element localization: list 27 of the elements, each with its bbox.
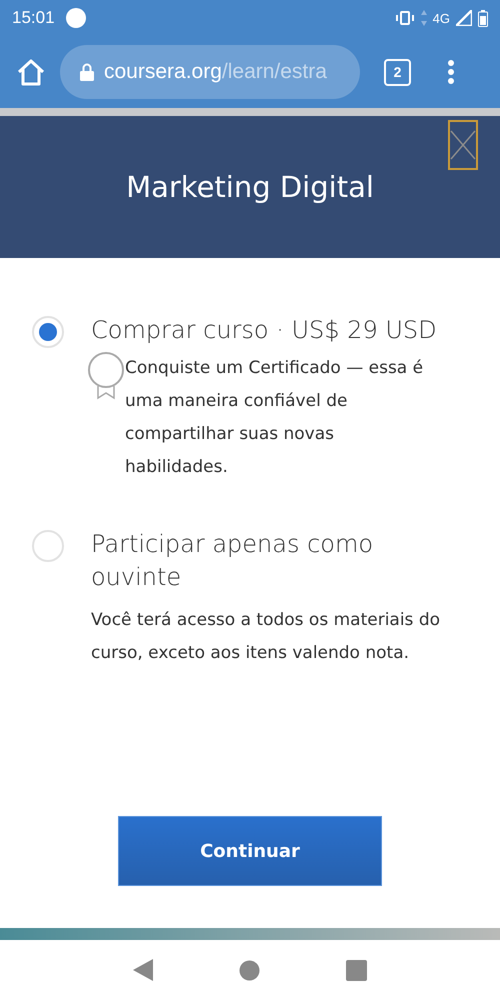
close-button[interactable] bbox=[448, 120, 478, 170]
back-icon[interactable] bbox=[133, 959, 153, 981]
menu-icon[interactable] bbox=[447, 59, 455, 85]
address-bar[interactable]: coursera.org/learn/estra bbox=[60, 45, 360, 99]
radio-button[interactable] bbox=[32, 316, 64, 348]
radio-button[interactable] bbox=[32, 530, 64, 562]
status-time: 15:01 bbox=[12, 8, 55, 28]
option-title: Comprar curso · US$ 29 USD bbox=[91, 315, 438, 346]
notification-icon bbox=[64, 7, 87, 29]
lock-icon bbox=[80, 63, 94, 81]
option-description: Você terá acesso a todos os materiais do curso, exceto aos itens valendo nota. bbox=[91, 609, 442, 665]
vibrate-icon bbox=[394, 11, 415, 25]
tab-count[interactable]: 2 bbox=[384, 58, 411, 86]
continue-button[interactable]: Continuar bbox=[118, 816, 382, 886]
home-icon[interactable] bbox=[16, 58, 46, 86]
certificate-icon bbox=[88, 352, 125, 400]
recents-icon[interactable] bbox=[346, 960, 367, 980]
url-path: /learn/estra bbox=[222, 60, 327, 84]
option-title: Participar apenas como ouvinte bbox=[91, 529, 374, 593]
battery-icon bbox=[478, 10, 488, 26]
network-type: 4G bbox=[432, 10, 450, 26]
home-icon[interactable] bbox=[239, 960, 260, 980]
url-host: coursera.org bbox=[104, 60, 222, 84]
option-description: Conquiste um Certificado — essa é uma maneira confiável de compartilhar suas novas habilidades. bbox=[125, 357, 424, 479]
signal-icon bbox=[456, 10, 472, 26]
data-arrows-icon bbox=[420, 10, 427, 26]
dialog-title: Marketing Digital bbox=[126, 170, 374, 204]
